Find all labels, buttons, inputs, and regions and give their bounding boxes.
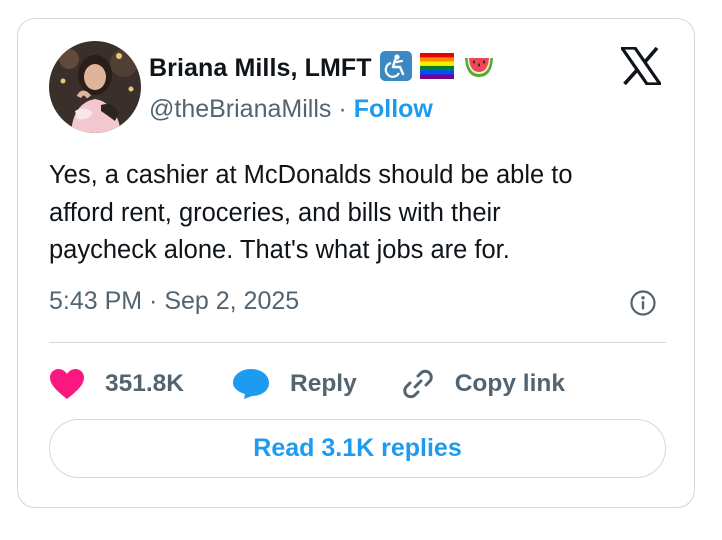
heart-icon [50,369,84,399]
action-bar: 351.8K Reply Copy link [49,364,565,404]
like-button[interactable]: 351.8K [49,368,184,400]
reply-button[interactable]: Reply [232,368,357,400]
tweet-card: Briana Mills, LMFT @theBrianaMills · Fol… [17,18,695,508]
tweet-text: Yes, a cashier at McDonalds should be ab… [49,161,573,264]
like-count: 351.8K [105,370,185,397]
follow-button[interactable]: Follow [354,95,433,124]
read-replies-button[interactable]: Read 3.1K replies [49,419,666,478]
author-name-row: Briana Mills, LMFT [149,50,496,86]
x-logo-icon[interactable] [618,46,664,86]
author-display-name[interactable]: Briana Mills, LMFT [149,54,372,83]
reply-bubble-icon [233,369,270,399]
info-icon[interactable] [629,289,657,317]
author-handle-row: @theBrianaMills · Follow [149,92,433,126]
rainbow-flag-icon [419,52,454,84]
avatar[interactable] [49,41,141,133]
copy-link-label: Copy link [454,370,565,397]
tweet-timestamp[interactable]: 5:43 PM · Sep 2, 2025 [49,287,299,316]
wheelchair-icon [379,50,412,86]
copy-link-button[interactable]: Copy link [401,367,565,401]
author-handle[interactable]: @theBrianaMills [149,95,331,124]
separator-dot: · [338,94,347,123]
watermelon-icon [462,53,496,84]
divider [49,342,666,343]
link-icon [403,369,433,399]
reply-label: Reply [290,370,357,397]
